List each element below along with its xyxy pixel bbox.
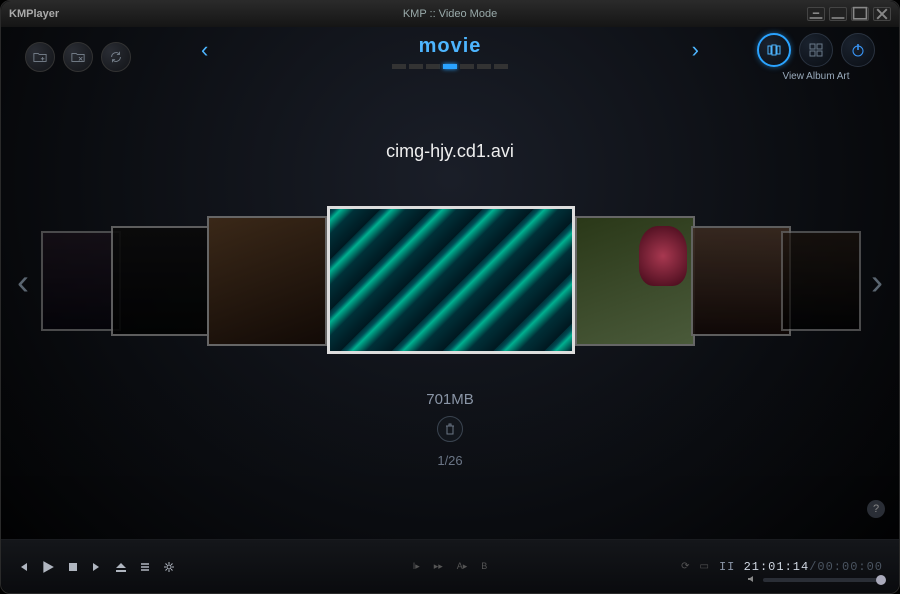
play-button[interactable]	[41, 560, 55, 574]
ab-a-button[interactable]: A▸	[457, 561, 468, 572]
category-title: movie	[419, 35, 482, 57]
playback-controls	[17, 560, 175, 574]
current-filesize: 701MB	[1, 391, 899, 408]
item-counter: 1/26	[1, 453, 899, 468]
stop-button[interactable]	[67, 561, 79, 573]
category-dot[interactable]	[409, 64, 423, 69]
help-button[interactable]: ?	[867, 500, 885, 518]
category-dot[interactable]	[443, 64, 457, 69]
category-indicator	[201, 64, 699, 69]
volume-slider[interactable]	[763, 578, 883, 582]
prev-track-button[interactable]	[17, 561, 29, 573]
category-dot[interactable]	[392, 64, 406, 69]
coverflow-stage: cimg-hjy.cd1.avi ‹ › 701MB 1/26	[1, 91, 899, 523]
category-next-button[interactable]: ›	[692, 37, 699, 63]
center-mini-controls: I▸ ▸▸ A▸ B	[413, 561, 488, 572]
toolbar: ‹ movie › View Album Art	[1, 27, 899, 87]
current-filename: cimg-hjy.cd1.avi	[1, 141, 899, 162]
category-dot[interactable]	[494, 64, 508, 69]
settings-button[interactable]	[163, 561, 175, 573]
ab-b-button[interactable]: B	[481, 561, 487, 572]
bottombar: I▸ ▸▸ A▸ B ⟳ ▭ II 21:01:14/00:00:00	[1, 539, 899, 593]
toolbar-left-group	[25, 42, 131, 72]
thumb-left-1[interactable]	[207, 216, 327, 346]
volume-control	[747, 571, 883, 589]
category-nav: ‹ movie ›	[201, 35, 699, 69]
app-name: KMPlayer	[9, 8, 59, 20]
maximize-button[interactable]	[851, 7, 869, 21]
repeat-icon[interactable]: ⟳	[681, 561, 689, 572]
delete-button[interactable]	[437, 416, 463, 442]
view-grid-button[interactable]	[799, 33, 833, 67]
view-albumart-button[interactable]	[757, 33, 791, 67]
add-folder-button[interactable]	[25, 42, 55, 72]
category-dot[interactable]	[426, 64, 440, 69]
close-button[interactable]	[873, 7, 891, 21]
thumb-right-3[interactable]	[781, 231, 861, 331]
refresh-button[interactable]	[101, 42, 131, 72]
thumb-current[interactable]	[327, 206, 575, 354]
quickback-button[interactable]: I▸	[413, 561, 420, 572]
toolbar-right-group: View Album Art	[757, 33, 875, 82]
eject-button[interactable]	[115, 561, 127, 573]
thumb-right-2[interactable]	[691, 226, 791, 336]
category-dot[interactable]	[460, 64, 474, 69]
minimize-button[interactable]	[829, 7, 847, 21]
play-status-icon: II	[719, 560, 735, 574]
carousel	[1, 196, 899, 376]
volume-knob[interactable]	[876, 575, 886, 585]
thumb-right-1[interactable]	[575, 216, 695, 346]
thumb-left-3[interactable]	[41, 231, 121, 331]
category-prev-button[interactable]: ‹	[201, 37, 208, 63]
player-window: KMPlayer KMP :: Video Mode ‹ movie ›	[0, 0, 900, 594]
playlist-button[interactable]	[139, 561, 151, 573]
carousel-next-button[interactable]: ›	[861, 251, 893, 313]
window-controls	[807, 7, 891, 21]
thumb-left-2[interactable]	[111, 226, 211, 336]
remove-folder-button[interactable]	[63, 42, 93, 72]
quickfwd-button[interactable]: ▸▸	[434, 561, 443, 572]
power-button[interactable]	[841, 33, 875, 67]
titlebar: KMPlayer KMP :: Video Mode	[1, 1, 899, 27]
category-dot[interactable]	[477, 64, 491, 69]
carousel-prev-button[interactable]: ‹	[7, 251, 39, 313]
volume-icon[interactable]	[747, 571, 757, 589]
window-title: KMP :: Video Mode	[1, 8, 899, 20]
view-mode-label: View Album Art	[782, 71, 849, 82]
next-track-button[interactable]	[91, 561, 103, 573]
capture-icon[interactable]: ▭	[700, 561, 709, 572]
minimize-toggle-button[interactable]	[807, 7, 825, 21]
